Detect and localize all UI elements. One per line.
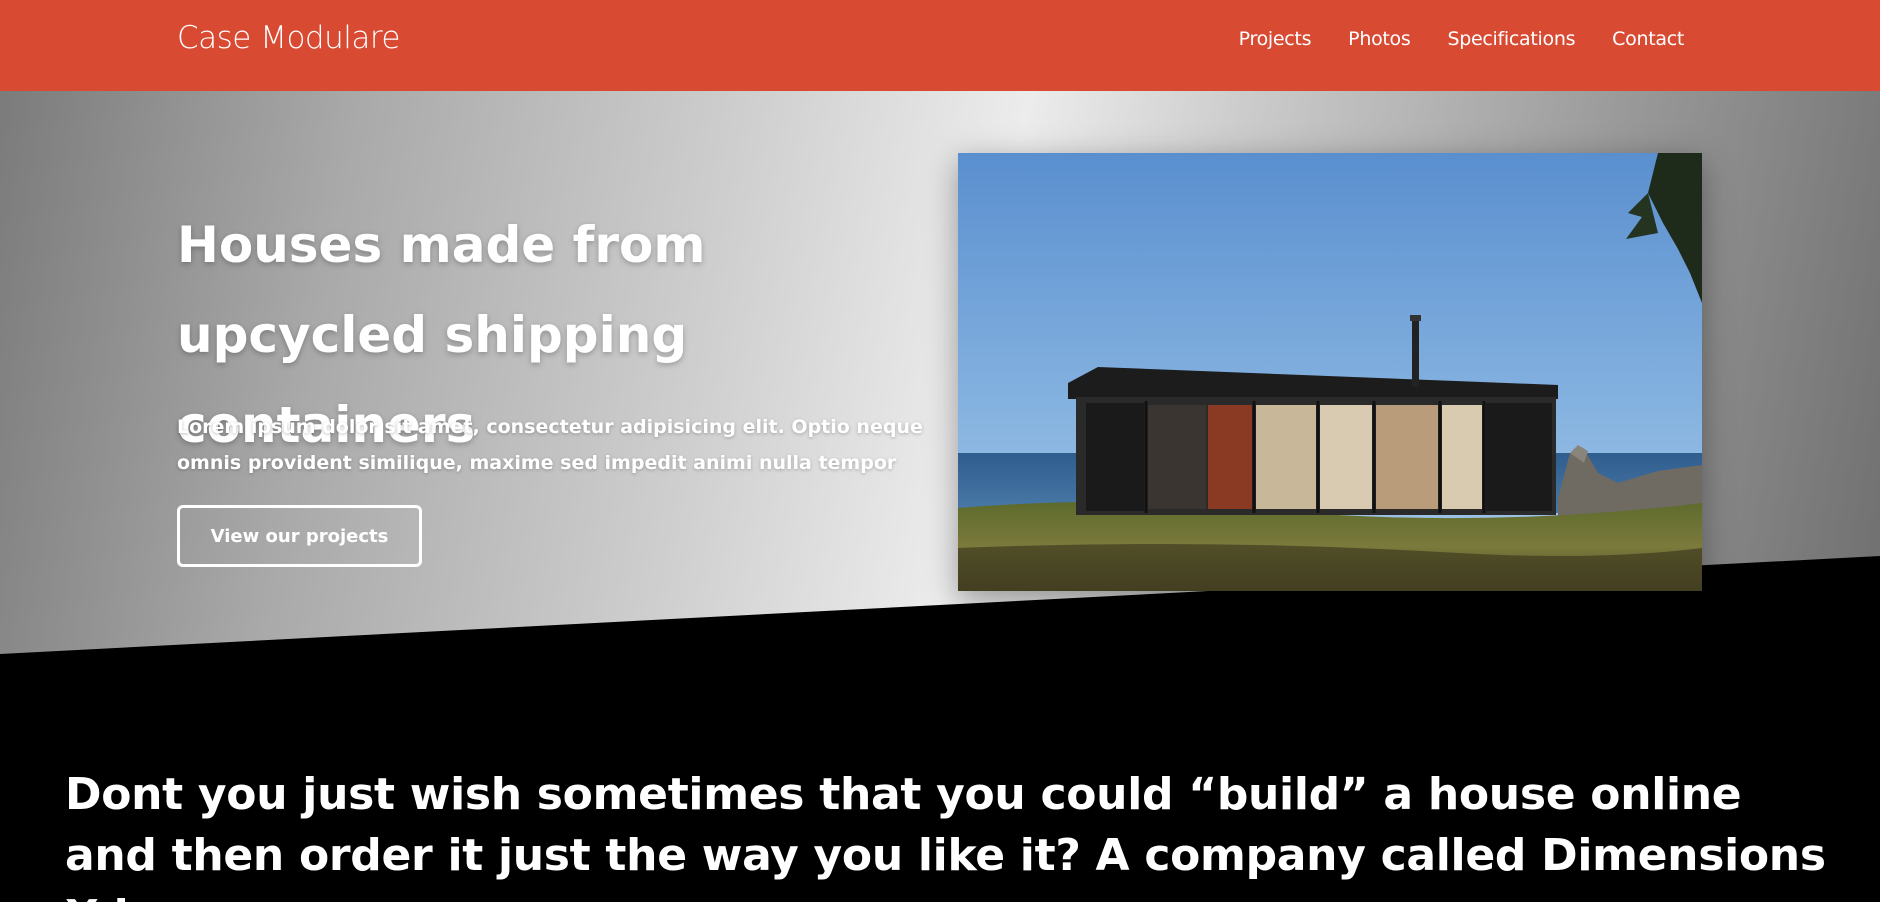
brand-logo-link[interactable]: Case Modulare <box>177 20 401 56</box>
top-navbar: Case Modulare Projects Photos Specificat… <box>0 0 1880 91</box>
article-intro-text: Dont you just wish sometimes that you co… <box>65 769 1826 902</box>
nav-link-contact[interactable]: Contact <box>1612 28 1684 50</box>
main-menu: Projects Photos Specifications Contact <box>1239 28 1685 50</box>
view-projects-button[interactable]: View our projects <box>177 505 422 567</box>
nav-link-projects[interactable]: Projects <box>1239 28 1312 50</box>
hero-lead-text: Lorem ipsum dolor sit amet, consectetur … <box>177 416 923 474</box>
nav-link-specifications[interactable]: Specifications <box>1447 28 1575 50</box>
container-house-photo <box>958 153 1702 591</box>
nav-link-photos[interactable]: Photos <box>1348 28 1411 50</box>
house-photo-illustration <box>958 153 1702 591</box>
